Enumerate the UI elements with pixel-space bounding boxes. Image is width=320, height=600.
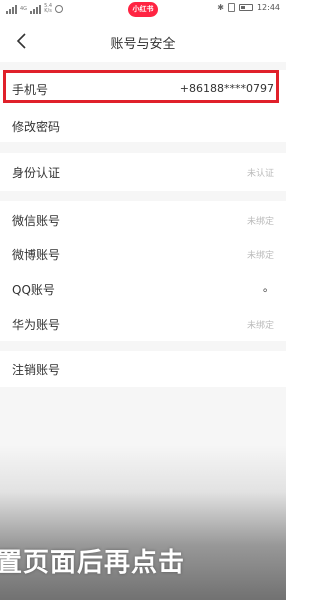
battery-level	[240, 6, 245, 9]
password-label: 修改密码	[12, 120, 61, 134]
nav-bar: 账号与安全	[0, 22, 286, 62]
row-huawei[interactable]: 华为账号 未绑定	[0, 307, 286, 341]
qq-label: QQ账号	[12, 283, 55, 297]
identity-label: 身份认证	[12, 166, 61, 180]
bluetooth-icon: ✱	[217, 3, 224, 12]
row-wechat[interactable]: 微信账号 未绑定	[0, 201, 286, 237]
network-speed: 5.4 K/s	[44, 4, 52, 14]
app-badge: 小红书	[128, 2, 158, 17]
signal-icon-2	[30, 4, 42, 14]
page-title: 账号与安全	[110, 37, 176, 52]
highlight-box	[3, 70, 279, 103]
identity-status: 未认证	[246, 169, 274, 179]
alarm-icon	[55, 5, 64, 13]
cancel-account-label: 注销账号	[12, 363, 61, 377]
battery-icon	[238, 4, 253, 11]
weibo-label: 微博账号	[12, 248, 61, 262]
status-left: 4G 5.4 K/s	[6, 4, 64, 14]
row-cancel-account[interactable]: 注销账号	[0, 351, 286, 387]
wechat-status: 未绑定	[246, 217, 274, 227]
wechat-label: 微信账号	[12, 214, 61, 228]
section-divider	[0, 341, 286, 351]
network-label: 4G	[20, 5, 28, 12]
subtitle-caption: 置页面后再点击	[0, 548, 186, 578]
status-right: ✱ 12:44	[217, 3, 280, 12]
qq-status: 。	[263, 281, 274, 294]
weibo-status: 未绑定	[246, 251, 274, 261]
row-qq[interactable]: QQ账号 。	[0, 273, 286, 307]
row-identity[interactable]: 身份认证 未认证	[0, 153, 286, 191]
huawei-status: 未绑定	[246, 321, 274, 331]
speed-unit: K/s	[44, 8, 52, 14]
row-weibo[interactable]: 微博账号 未绑定	[0, 237, 286, 273]
section-divider	[0, 142, 286, 153]
section-divider	[0, 62, 286, 70]
huawei-label: 华为账号	[12, 318, 61, 332]
status-bar: 4G 5.4 K/s 小红书 ✱ 12:44	[0, 0, 286, 20]
section-divider	[0, 191, 286, 201]
vibrate-icon	[227, 3, 235, 12]
row-change-password[interactable]: 修改密码	[0, 106, 286, 142]
signal-icon	[6, 4, 17, 14]
clock: 12:44	[256, 3, 280, 12]
